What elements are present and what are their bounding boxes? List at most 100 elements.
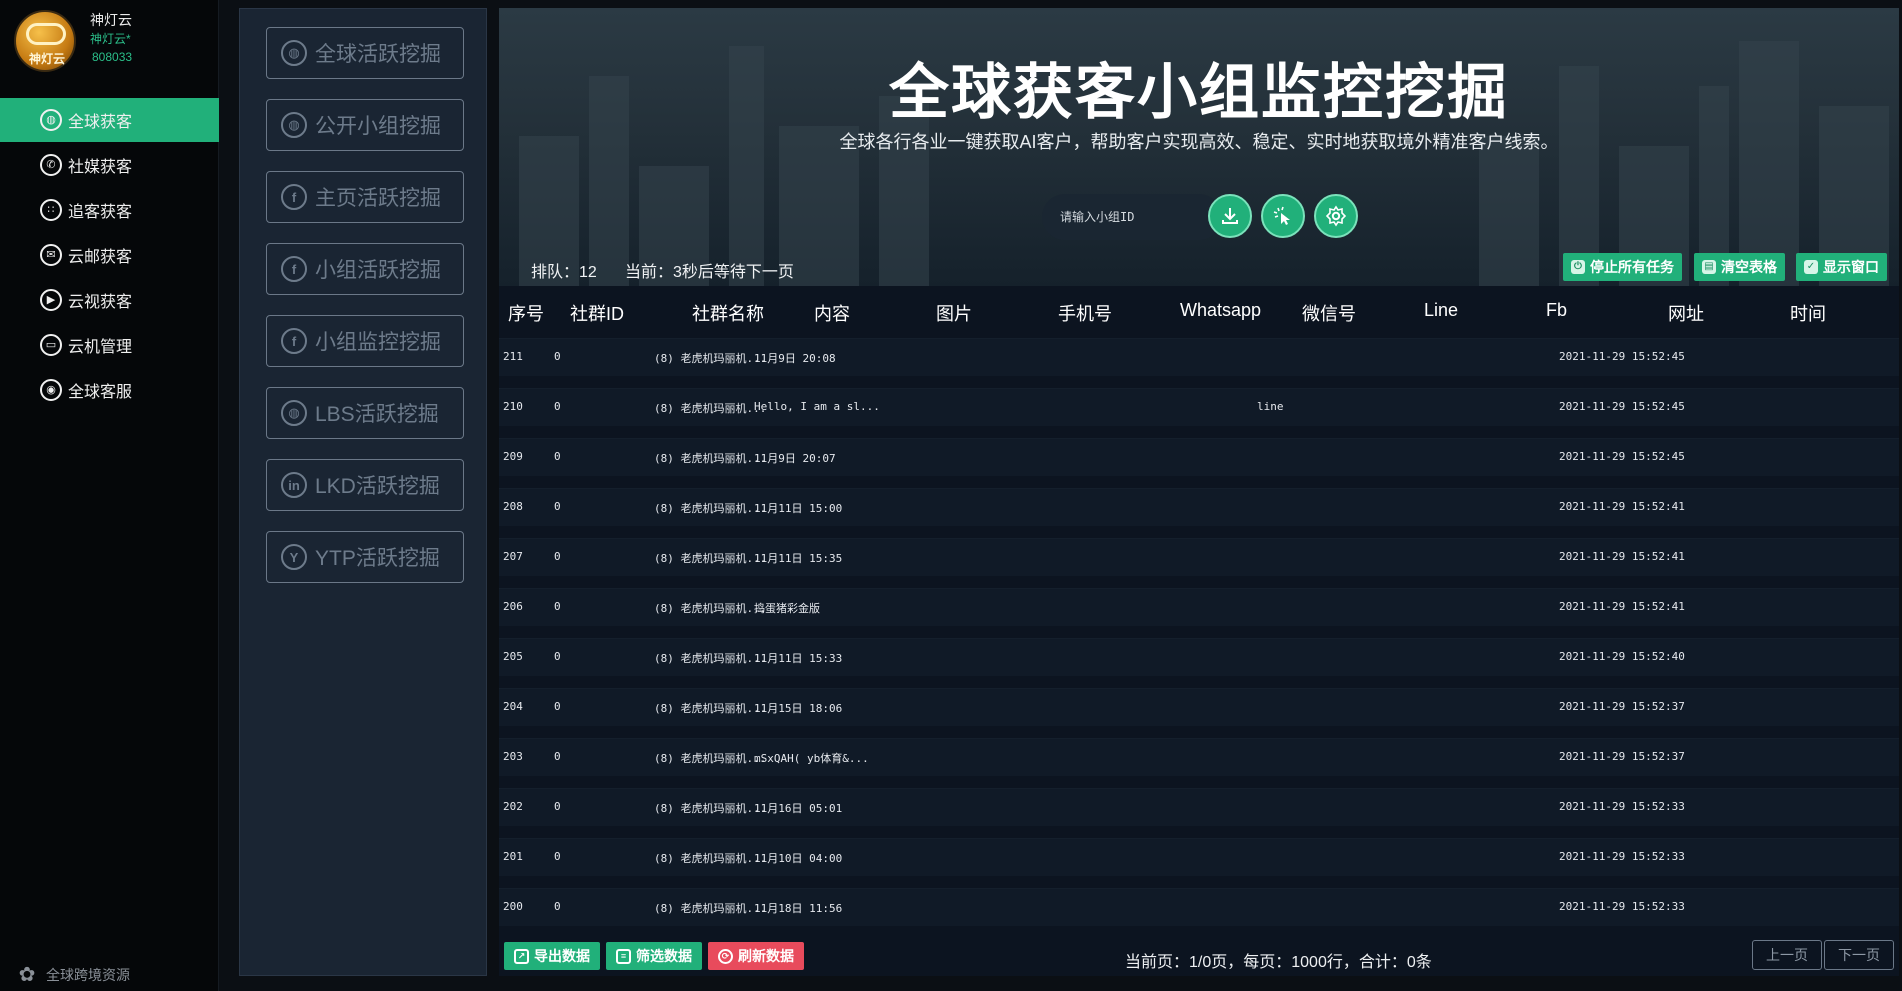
whatsapp-icon: ✆	[40, 154, 62, 176]
refresh-icon: ⟳	[718, 948, 733, 964]
cloud-icon	[26, 23, 66, 45]
clear-table-label: 清空表格	[1721, 259, 1777, 275]
nav-item-mail[interactable]: ✉ 云邮获客	[0, 233, 219, 277]
mode-lbs-active[interactable]: ◍ LBS活跃挖掘	[266, 387, 464, 439]
pick-button[interactable]	[1261, 194, 1305, 238]
table-row[interactable]: 208 0 (8) 老虎机玛丽机... 11月11日 15:00 2021-11-29 …	[499, 488, 1899, 526]
mode-group-active[interactable]: f 小组活跃挖掘	[266, 243, 464, 295]
chat-icon: ◉	[40, 379, 62, 401]
mode-homepage-active[interactable]: f 主页活跃挖掘	[266, 171, 464, 223]
cell-gid: 0	[554, 400, 561, 413]
download-button[interactable]	[1208, 194, 1252, 238]
youtube-icon: Y	[281, 544, 307, 570]
cell-name: (8) 老虎机玛丽机...	[654, 652, 767, 665]
clear-table-button[interactable]: ▤ 清空表格	[1694, 253, 1785, 281]
nav-item-video[interactable]: ▶ 云视获客	[0, 278, 219, 322]
table-row[interactable]: 200 0 (8) 老虎机玛丽机... 11月18日 11:56 2021-11-29 …	[499, 888, 1899, 926]
table-row[interactable]: 206 0 (8) 老虎机玛丽机... 捣蛋猪彩金版 2021-11-29 15:52:…	[499, 588, 1899, 626]
page-title: 全球获客小组监控挖掘	[889, 59, 1509, 126]
nav-item-service[interactable]: ◉ 全球客服	[0, 368, 219, 412]
nav-item-social[interactable]: ✆ 社媒获客	[0, 143, 219, 187]
cell-gid: 0	[554, 600, 561, 613]
mode-label: 公开小组挖掘	[315, 115, 441, 138]
gear-icon	[1325, 205, 1347, 227]
footer-resources-link[interactable]: ✿ 全球跨境资源	[16, 961, 216, 989]
cell-content: 捣蛋猪彩金版	[754, 602, 820, 615]
mode-label: 小组活跃挖掘	[315, 259, 441, 282]
table-row[interactable]: 210 0 (8) 老虎机玛丽机... Hello, I am a sl... line…	[499, 388, 1899, 426]
mode-label: YTP活跃挖掘	[315, 547, 440, 570]
cell-name: (8) 老虎机玛丽机...	[654, 802, 767, 815]
next-page-button[interactable]: 下一页	[1824, 940, 1894, 970]
table-row[interactable]: 205 0 (8) 老虎机玛丽机... 11月11日 15:33 2021-11-29 …	[499, 638, 1899, 676]
cell-no: 204	[503, 700, 523, 713]
prev-page-button[interactable]: 上一页	[1752, 940, 1822, 970]
show-window-checkbox[interactable]: ✓ 显示窗口	[1796, 253, 1887, 281]
download-icon	[1222, 208, 1238, 224]
cell-gid: 0	[554, 800, 561, 813]
cell-name: (8) 老虎机玛丽机...	[654, 852, 767, 865]
nav-item-label: 云邮获客	[68, 249, 133, 266]
group-id-input[interactable]	[1060, 210, 1210, 224]
mode-global-active[interactable]: ◍ 全球活跃挖掘	[266, 27, 464, 79]
cell-no: 207	[503, 550, 523, 563]
cell-time: 2021-11-29 15:52:41	[1559, 500, 1685, 513]
cell-name: (8) 老虎机玛丽机...	[654, 402, 767, 415]
cell-gid: 0	[554, 750, 561, 763]
nav-item-device[interactable]: ▭ 云机管理	[0, 323, 219, 367]
export-data-button[interactable]: ↗ 导出数据	[504, 942, 600, 970]
mode-panel: ◍ 全球活跃挖掘 ◍ 公开小组挖掘 f 主页活跃挖掘 f 小组活跃挖掘 f 小组…	[239, 8, 487, 976]
table-row[interactable]: 211 0 (8) 老虎机玛丽机... 11月9日 20:08 2021-11-29 1…	[499, 338, 1899, 376]
queue-status: 排队：12	[531, 264, 597, 281]
col-header: 社群ID	[570, 304, 624, 324]
cell-name: (8) 老虎机玛丽机...	[654, 452, 767, 465]
globe-icon: ◍	[281, 40, 307, 66]
cell-name: (8) 老虎机玛丽机...	[654, 902, 767, 915]
nav-item-follow[interactable]: ∷ 追客获客	[0, 188, 219, 232]
cell-no: 210	[503, 400, 523, 413]
cell-name: (8) 老虎机玛丽机...	[654, 752, 767, 765]
col-header: 手机号	[1058, 304, 1112, 324]
nav-item-label: 社媒获客	[68, 159, 133, 176]
nav-menu: ◍ 全球获客 ✆ 社媒获客 ∷ 追客获客 ✉ 云邮获客 ▶ 云视获客 ▭ 云机管…	[0, 98, 219, 413]
cell-time: 2021-11-29 15:52:37	[1559, 700, 1685, 713]
settings-button[interactable]	[1314, 194, 1358, 238]
filter-data-button[interactable]: ≡ 筛选数据	[606, 942, 702, 970]
table-row[interactable]: 202 0 (8) 老虎机玛丽机... 11月16日 05:01 2021-11-29 …	[499, 788, 1899, 826]
hero-banner: 全球获客小组监控挖掘 全球各行各业一键获取AI客户，帮助客户实现高效、稳定、实时…	[499, 8, 1899, 286]
cell-no: 200	[503, 900, 523, 913]
mode-ytp-active[interactable]: Y YTP活跃挖掘	[266, 531, 464, 583]
page-subtitle: 全球各行各业一键获取AI客户，帮助客户实现高效、稳定、实时地获取境外精准客户线索…	[839, 132, 1559, 152]
col-header: 图片	[936, 304, 972, 324]
mode-lkd-active[interactable]: in LKD活跃挖掘	[266, 459, 464, 511]
stop-all-tasks-button[interactable]: ⏻ 停止所有任务	[1563, 253, 1682, 281]
cell-no: 208	[503, 500, 523, 513]
table-row[interactable]: 209 0 (8) 老虎机玛丽机... 11月9日 20:07 2021-11-29 1…	[499, 438, 1899, 476]
table-row[interactable]: 203 0 (8) 老虎机玛丽机... mSxQAH( yb体育&... 2021-11…	[499, 738, 1899, 776]
cell-name: (8) 老虎机玛丽机...	[654, 602, 767, 615]
globe-icon: ◍	[281, 112, 307, 138]
refresh-data-button[interactable]: ⟳ 刷新数据	[708, 942, 804, 970]
nav-item-label: 云机管理	[68, 339, 133, 356]
mode-group-monitor[interactable]: f 小组监控挖掘	[266, 315, 464, 367]
nav-item-label: 云视获客	[68, 294, 133, 311]
brand-block: 神灯云 神灯云 神灯云* 808033	[12, 8, 212, 88]
nav-item-global[interactable]: ◍ 全球获客	[0, 98, 219, 142]
cell-time: 2021-11-29 15:52:33	[1559, 800, 1685, 813]
table-row[interactable]: 204 0 (8) 老虎机玛丽机... 11月15日 18:06 2021-11-29 …	[499, 688, 1899, 726]
table-row[interactable]: 201 0 (8) 老虎机玛丽机... 11月10日 04:00 2021-11-29 …	[499, 838, 1899, 876]
status-bar: 排队：12 当前：3秒后等待下一页 ⏻ 停止所有任务 ▤ 清空表格 ✓ 显示窗口	[499, 250, 1899, 286]
cell-no: 211	[503, 350, 523, 363]
mail-icon: ✉	[40, 244, 62, 266]
mode-public-group[interactable]: ◍ 公开小组挖掘	[266, 99, 464, 151]
cell-time: 2021-11-29 15:52:41	[1559, 600, 1685, 613]
filter-data-label: 筛选数据	[636, 948, 692, 964]
cell-time: 2021-11-29 15:52:37	[1559, 750, 1685, 763]
results-table: 211 0 (8) 老虎机玛丽机... 11月9日 20:08 2021-11-29 1…	[499, 338, 1899, 930]
table-row[interactable]: 207 0 (8) 老虎机玛丽机... 11月11日 15:35 2021-11-29 …	[499, 538, 1899, 576]
stop-all-tasks-label: 停止所有任务	[1590, 259, 1674, 275]
cell-time: 2021-11-29 15:52:40	[1559, 650, 1685, 663]
col-header: 内容	[814, 304, 850, 324]
cell-gid: 0	[554, 350, 561, 363]
cell-time: 2021-11-29 15:52:45	[1559, 450, 1685, 463]
